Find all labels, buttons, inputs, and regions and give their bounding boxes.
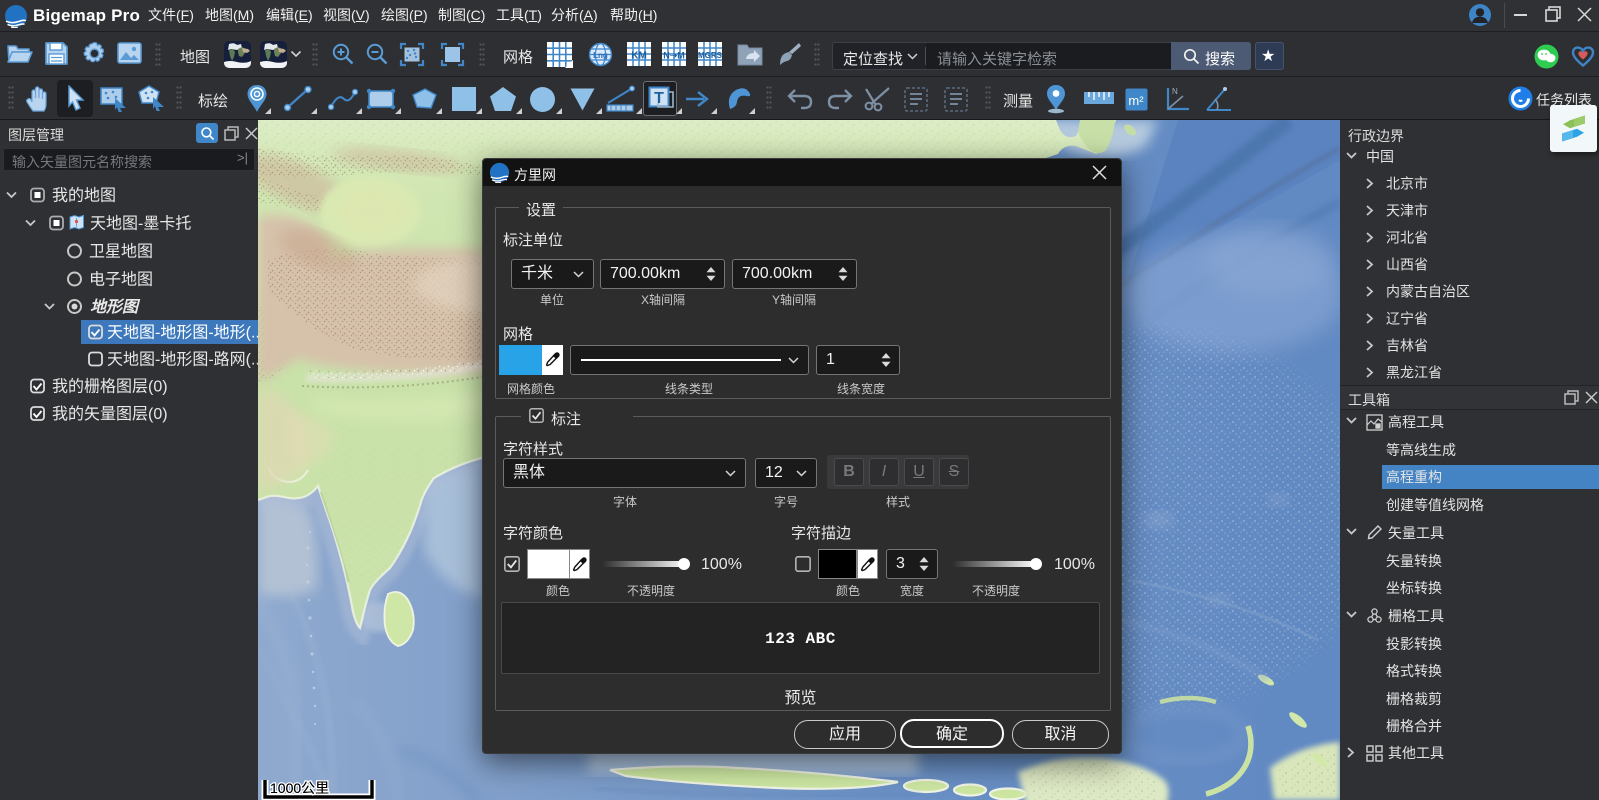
svg-text:投影转换: 投影转换 — [1386, 636, 1442, 652]
svg-text:北京市: 北京市 — [1386, 176, 1428, 192]
svg-text:山西省: 山西省 — [1386, 257, 1428, 273]
svg-text:KM: KM — [631, 51, 647, 62]
svg-text:栅格裁剪: 栅格裁剪 — [1386, 691, 1442, 707]
svg-text:我的栅格图层(0): 我的栅格图层(0) — [52, 378, 168, 396]
svg-text:栅格合并: 栅格合并 — [1386, 718, 1442, 734]
svg-text:我的地图: 我的地图 — [52, 187, 116, 205]
svg-text:矢量转换: 矢量转换 — [1386, 553, 1442, 569]
svg-text:辽宁省: 辽宁省 — [1386, 311, 1428, 327]
svg-text:天津市: 天津市 — [1386, 203, 1428, 219]
svg-text:高程工具: 高程工具 — [1388, 414, 1444, 430]
svg-text:河北省: 河北省 — [1386, 230, 1428, 246]
svg-text:1000公里: 1000公里 — [270, 780, 329, 796]
svg-text:等高线生成: 等高线生成 — [1386, 442, 1456, 458]
svg-text:天地图-地形图-地形(...: 天地图-地形图-地形(... — [107, 324, 258, 342]
svg-text:m²: m² — [1128, 93, 1144, 108]
svg-text:矢量工具: 矢量工具 — [1388, 525, 1444, 541]
svg-text:中国: 中国 — [1366, 149, 1394, 165]
svg-text:格式转换: 格式转换 — [1386, 663, 1442, 679]
svg-text:T: T — [654, 90, 664, 107]
svg-text:坐标转换: 坐标转换 — [1386, 580, 1442, 596]
svg-text:Lng: Lng — [593, 51, 608, 60]
svg-text:地形图: 地形图 — [90, 298, 141, 316]
svg-text:高程重构: 高程重构 — [1386, 469, 1442, 485]
svg-text:吉林省: 吉林省 — [1386, 338, 1428, 354]
svg-text:我的矢量图层(0): 我的矢量图层(0) — [52, 405, 168, 423]
svg-text:创建等值线网格: 创建等值线网格 — [1386, 497, 1484, 513]
svg-text:N➝M: N➝M — [663, 51, 685, 61]
svg-text:内蒙古自治区: 内蒙古自治区 — [1386, 284, 1470, 300]
svg-text:天地图-地形图-路网(...: 天地图-地形图-路网(... — [107, 351, 258, 369]
svg-text:其他工具: 其他工具 — [1388, 745, 1444, 761]
svg-text:天地图-墨卡托: 天地图-墨卡托 — [90, 215, 191, 233]
svg-text:MGRS: MGRS — [698, 51, 723, 60]
svg-text:黑龙江省: 黑龙江省 — [1386, 365, 1442, 381]
svg-text:电子地图: 电子地图 — [89, 271, 153, 289]
svg-text:卫星地图: 卫星地图 — [89, 243, 153, 261]
svg-text:栅格工具: 栅格工具 — [1388, 608, 1444, 624]
svg-text:N: N — [1172, 87, 1178, 96]
